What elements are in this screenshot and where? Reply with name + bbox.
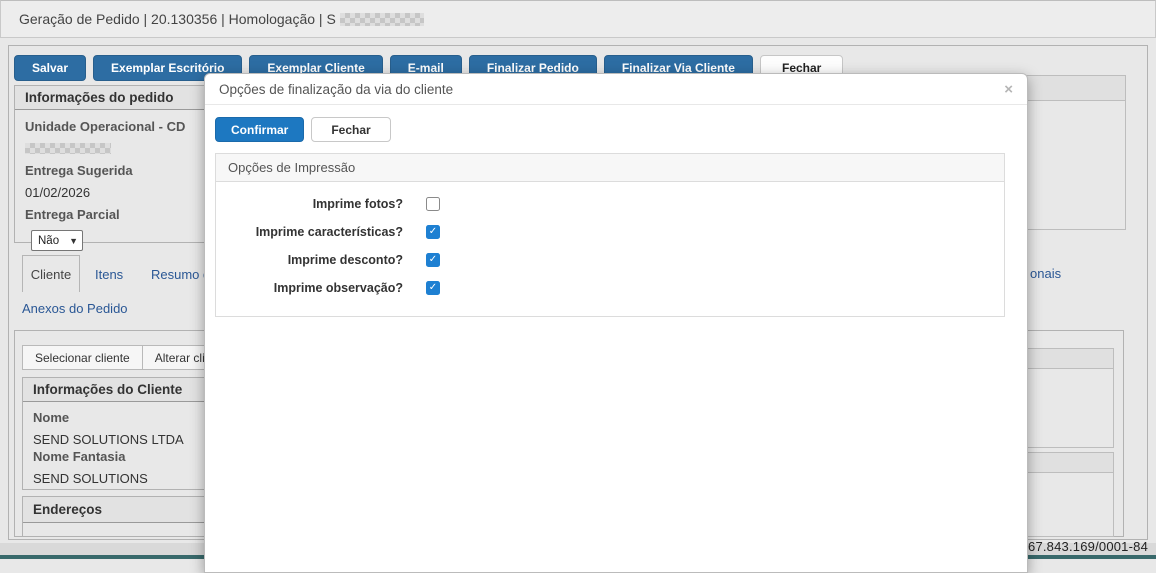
tab-cliente-label: Cliente bbox=[31, 267, 71, 282]
cnpj-text: J 67.843.169/0001-84 bbox=[1018, 539, 1149, 554]
order-attachments-link[interactable]: Anexos do Pedido bbox=[22, 301, 128, 316]
print-option-checkbox[interactable]: ✓ bbox=[426, 281, 440, 295]
print-options-header: Opções de Impressão bbox=[216, 154, 1004, 182]
print-option-label: Imprime características? bbox=[216, 225, 403, 239]
print-option-label: Imprime desconto? bbox=[216, 253, 403, 267]
confirm-button[interactable]: Confirmar bbox=[215, 117, 304, 142]
chevron-down-icon: ▼ bbox=[69, 236, 78, 246]
client-copy-finalization-modal: Opções de finalização da via do cliente … bbox=[204, 73, 1028, 573]
print-option-row: Imprime desconto? ✓ bbox=[216, 246, 1004, 274]
modal-close-button[interactable]: Fechar bbox=[311, 117, 390, 142]
redacted-title-text bbox=[340, 13, 424, 26]
app-header: Geração de Pedido | 20.130356 | Homologa… bbox=[0, 0, 1156, 38]
page-title: Geração de Pedido | 20.130356 | Homologa… bbox=[19, 11, 336, 27]
modal-titlebar: Opções de finalização da via do cliente … bbox=[205, 74, 1027, 105]
print-option-label: Imprime fotos? bbox=[216, 197, 403, 211]
modal-title: Opções de finalização da via do cliente bbox=[219, 82, 453, 97]
modal-body: Confirmar Fechar Opções de Impressão Imp… bbox=[205, 105, 1027, 329]
tab-resumo[interactable]: Resumo d bbox=[151, 267, 210, 282]
tab-itens[interactable]: Itens bbox=[95, 267, 123, 282]
print-options-title: Opções de Impressão bbox=[228, 160, 355, 175]
print-option-label: Imprime observação? bbox=[216, 281, 403, 295]
partial-delivery-selected-value: Não bbox=[38, 235, 59, 247]
print-option-row: Imprime características? ✓ bbox=[216, 218, 1004, 246]
close-icon[interactable]: × bbox=[1004, 82, 1013, 97]
print-option-checkbox[interactable]: ✓ bbox=[426, 253, 440, 267]
redacted-unit-value bbox=[25, 143, 111, 154]
print-option-checkbox[interactable] bbox=[426, 197, 440, 211]
order-info-title: Informações do pedido bbox=[25, 90, 174, 105]
tab-fragment-right[interactable]: onais bbox=[1030, 266, 1061, 281]
print-option-row: Imprime observação? ✓ bbox=[216, 274, 1004, 302]
print-options-list: Imprime fotos?Imprime características?✓I… bbox=[216, 182, 1004, 316]
tab-cliente[interactable]: Cliente bbox=[22, 255, 80, 292]
print-option-checkbox[interactable]: ✓ bbox=[426, 225, 440, 239]
save-button[interactable]: Salvar bbox=[14, 55, 86, 81]
partial-delivery-select[interactable]: Não ▼ bbox=[31, 230, 83, 251]
client-info-title: Informações do Cliente bbox=[33, 382, 182, 397]
print-options-fieldset: Opções de Impressão Imprime fotos? Imprim… bbox=[215, 153, 1005, 317]
addresses-title: Endereços bbox=[33, 502, 102, 517]
print-option-row: Imprime fotos? bbox=[216, 190, 1004, 218]
modal-button-row: Confirmar Fechar bbox=[215, 117, 1017, 142]
select-client-button[interactable]: Selecionar cliente bbox=[22, 345, 143, 370]
